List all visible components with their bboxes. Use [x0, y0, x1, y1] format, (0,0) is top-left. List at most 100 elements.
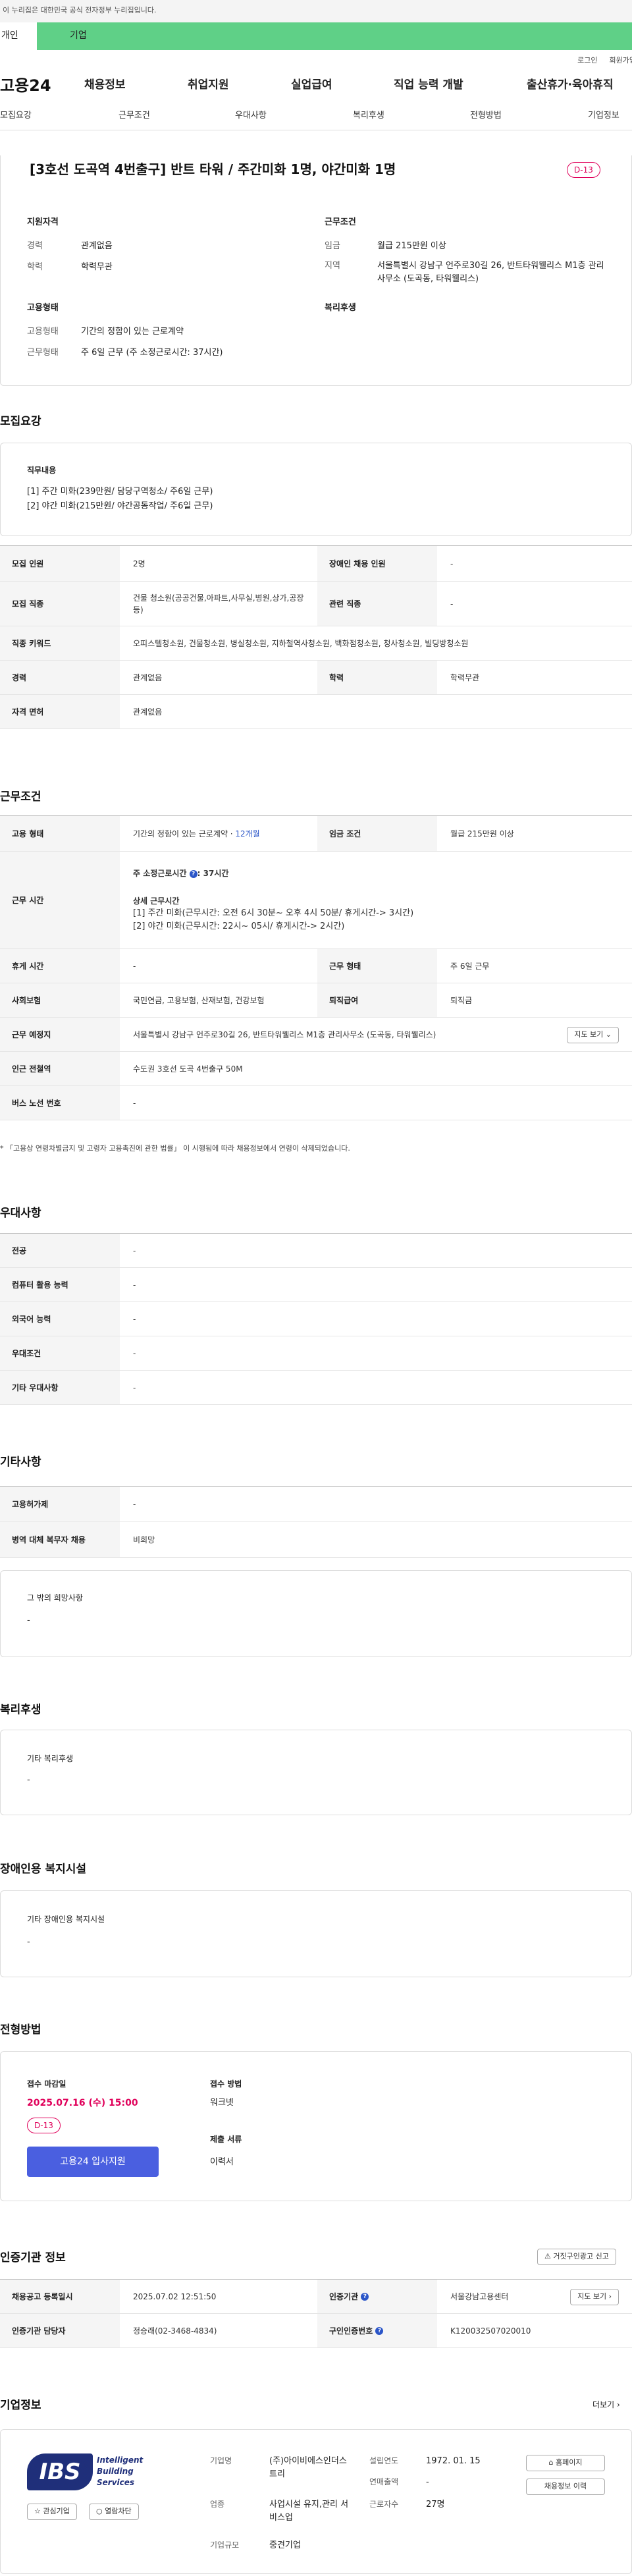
sales: -: [426, 2477, 429, 2487]
nav-vocational-training[interactable]: 직업 능력 개발: [394, 77, 463, 94]
etc-table: 고용허가제 - 병역 대체 복무자 채용 비희망: [0, 1486, 632, 1558]
keyword: 오피스텔청소원, 건물청소원, 병실청소원, 지하철역사청소원, 백화점청소원,…: [120, 626, 632, 661]
other-wish-title: 그 밖의 희망사항: [27, 1593, 83, 1603]
num-th-text: 구인인증번호: [329, 2326, 373, 2336]
interest-button[interactable]: ☆ 관심기업: [27, 2504, 77, 2520]
tab-process[interactable]: 전형방법: [470, 109, 502, 123]
sales-label: 연매출액: [369, 2477, 399, 2486]
num-value: K120032507020010: [437, 2313, 632, 2348]
more-link[interactable]: 더보기 ›: [592, 2399, 620, 2411]
insurance: 국민연금, 고용보험, 산재보험, 건강보험: [120, 983, 317, 1018]
mgr-th: 인증기관 담당자: [0, 2313, 120, 2348]
founded: 1972. 01. 15: [426, 2456, 481, 2466]
place: 서울특별시 강남구 언주로30길 26, 반트타워웰리스 M1층 관리사무소 (…: [120, 1017, 632, 1052]
job-type: 건물 청소원(공공건물,아파트,사무실,병원,상가,공장 등): [120, 581, 317, 626]
gov-notice: 이 누리집은 대한민국 공식 전자정부 누리집입니다.: [3, 6, 157, 14]
license: 관계없음: [120, 694, 632, 729]
interest-label: 관심기업: [43, 2507, 70, 2515]
nav-jobs[interactable]: 채용정보: [84, 77, 126, 94]
method-label: 접수 방법: [210, 2079, 242, 2089]
tab-welfare[interactable]: 복리후생: [353, 109, 384, 123]
emp-label: 고용형태: [27, 327, 59, 337]
tab-company[interactable]: 기업: [37, 22, 632, 50]
employees-label: 근로자수: [369, 2500, 399, 2509]
summary-card: [3호선 도곡역 4번출구] 반트 타워 / 주간미화 1명, 야간미화 1명 …: [0, 155, 632, 386]
emp-type-text: 기간의 정함이 있는 근로계약 ·: [133, 829, 236, 838]
tab-recruit[interactable]: 모집요강: [0, 109, 32, 123]
signup-link[interactable]: 회원가입: [610, 55, 632, 70]
license-th: 자격 면허: [0, 694, 120, 729]
site-logo[interactable]: 고용24: [0, 74, 80, 97]
report-button[interactable]: ⚠ 거짓구인광고 신고: [537, 2249, 616, 2265]
help-icon[interactable]: ?: [361, 2293, 369, 2301]
map-button-label: 지도 보기: [574, 1030, 604, 1039]
work-value: 주 6일 근무 (주 소정근로시간: 37시간): [81, 348, 223, 358]
pref-th: 기타 우대사항: [0, 1370, 120, 1405]
pref-title: 우대사항: [0, 1207, 41, 1220]
company-size: 중견기업: [269, 2540, 301, 2550]
related-job: -: [437, 581, 632, 626]
help-icon[interactable]: ?: [375, 2327, 384, 2335]
career-th: 경력: [0, 660, 120, 695]
company-name-label: 기업명: [210, 2456, 232, 2465]
welfare-title: 복리후생: [325, 303, 356, 313]
subway-th: 인근 전철역: [0, 1051, 120, 1086]
dday-badge: D-13: [567, 162, 600, 178]
help-icon[interactable]: ?: [189, 869, 198, 878]
rest-th: 휴게 시간: [0, 948, 120, 983]
bus-th: 버스 노선 번호: [0, 1085, 120, 1120]
tab-preference[interactable]: 우대사항: [235, 109, 267, 123]
deadline-label: 접수 마감일: [27, 2079, 66, 2089]
related-job-th: 관련 직종: [317, 581, 437, 626]
org-value: 서울강남고용센터: [450, 2291, 509, 2301]
tab-company-info[interactable]: 기업정보: [588, 109, 619, 123]
etc-td: -: [120, 1486, 632, 1522]
homepage-button[interactable]: ⌂ 홈페이지: [526, 2455, 605, 2471]
disabled-card: 기타 장애인용 복지시설 -: [0, 1890, 632, 1977]
region-value: 서울특별시 강남구 언주로30길 26, 반트타워웰리스 M1층 관리사무소 (…: [377, 261, 604, 284]
tab-conditions[interactable]: 근무조건: [118, 109, 150, 123]
util-links: 로그인 회원가입: [0, 50, 632, 70]
edu-value: 학력무관: [81, 262, 113, 272]
job-line: [1] 주간 미화(239만원/ 담당구역청소/ 주6일 근무): [27, 487, 213, 497]
welfare-value: -: [27, 1775, 30, 1785]
pref-td: -: [120, 1302, 632, 1336]
wage-value: 월급 215만원 이상: [377, 241, 446, 251]
tab-personal[interactable]: 개인: [0, 22, 37, 50]
map-button[interactable]: 지도 보기 ⌄: [567, 1027, 619, 1043]
welfare-card: 기타 복리후생 -: [0, 1730, 632, 1815]
pref-table: 전공 - 컴퓨터 활용 능력 - 외국어 능력 - 우대조건 - 기타 우대사항 -: [0, 1233, 632, 1405]
industry: 사업시설 유지,관리 서비스업: [269, 2500, 349, 2523]
nav-employment-support[interactable]: 취업지원: [188, 77, 229, 94]
history-button[interactable]: 채용정보 이력: [526, 2479, 605, 2495]
subway: 수도권 3호선 도곡 4번출구 50M: [120, 1051, 632, 1086]
nav-unemployment-benefit[interactable]: 실업급여: [291, 77, 332, 94]
etc-title: 기타사항: [0, 1456, 41, 1469]
place-th: 근무 예정지: [0, 1017, 120, 1052]
chevron-down-icon: ⌄: [605, 1030, 612, 1039]
agency-map-button[interactable]: 지도 보기 ›: [570, 2289, 619, 2305]
agency-table: 채용공고 등록일시 2025.07.02 12:51:50 인증기관 ? 서울강남고용…: [0, 2279, 632, 2348]
logo-line: Services: [97, 2478, 135, 2487]
edu: 학력무관: [437, 660, 632, 695]
welfare-section-title: 복리후생: [0, 1703, 41, 1716]
nav-parental-leave[interactable]: 출산휴가·육아휴직: [527, 77, 614, 94]
block-button[interactable]: ○ 열람차단: [89, 2504, 139, 2520]
place-text: 서울특별시 강남구 언주로30길 26, 반트타워웰리스 M1층 관리사무소 (…: [133, 1029, 436, 1039]
report-button-label: 거짓구인광고 신고: [553, 2252, 609, 2261]
login-link[interactable]: 로그인: [577, 55, 597, 70]
other-wish-card: 그 밖의 희망사항 -: [0, 1570, 632, 1657]
ibs-mark: IBS: [27, 2453, 93, 2490]
process-card: 접수 마감일 2025.07.16 (수) 15:00 D-13 고용24 입사…: [0, 2051, 632, 2201]
wage-cond-th: 임금 조건: [317, 815, 437, 852]
job-type-th: 모집 직종: [0, 581, 120, 626]
more-label: 더보기: [592, 2400, 615, 2409]
agency-title: 인증기관 정보: [0, 2251, 66, 2264]
report-icon: ⚠: [544, 2252, 551, 2261]
region-label: 지역: [325, 261, 340, 271]
apply-button[interactable]: 고용24 입사지원: [27, 2147, 159, 2177]
emp-period-link[interactable]: 12개월: [235, 829, 259, 838]
pref-th: 우대조건: [0, 1336, 120, 1371]
etc-th: 병역 대체 복무자 채용: [0, 1521, 120, 1558]
company-title: 기업정보: [0, 2399, 41, 2412]
